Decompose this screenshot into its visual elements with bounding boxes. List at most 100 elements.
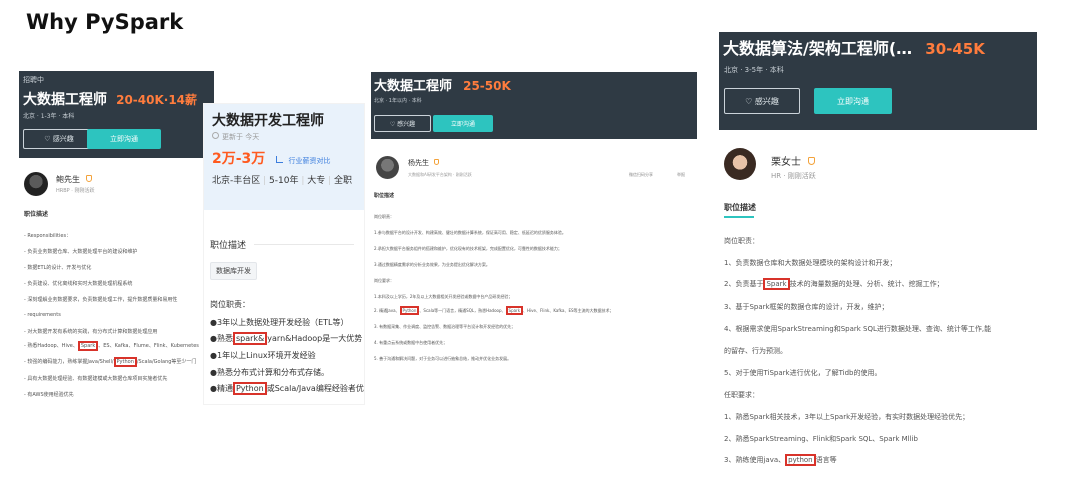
desc-line: 的留存、行为预测。 [724,347,787,355]
interested-button[interactable]: ♡ 感兴趣 [724,88,800,114]
salary: 25-50K [463,79,511,93]
desc-line: - 负责建设、优化离线和实时大数据处理机程系统 [24,281,133,287]
recruiter-name-text: 杨先生 [408,159,429,167]
job-title: 大数据开发工程师 [212,113,324,129]
chart-icon [276,156,284,163]
desc-text: /Scala/Golang等至少一门 [136,359,197,365]
chat-button[interactable]: 立即沟通 [87,129,161,149]
desc-line: 1.本科及以上学历，2年及以上大数据相关开发经验或数据中台产品研发经验； [374,294,513,299]
job-card-1: 招聘中 大数据工程师 20-40K·14薪 北京 · 1-3年 · 本科 ♡ 感… [19,71,214,411]
recruiter-role: HRBP · 刚刚活跃 [56,188,95,194]
desc-line: 1、熟悉Spark相关技术，3年以上Spark开发经验，有实时数据处理经验优先； [724,413,970,421]
job-title: 大数据工程师 [23,92,107,108]
update-text: 更新于 今天 [222,133,260,141]
skill-tag: 数据库开发 [210,262,257,280]
section-title: 职位描述 [210,241,247,251]
page-title: Why PySpark [26,10,184,34]
avatar [24,172,48,196]
avatar [376,156,399,179]
report-link[interactable]: 举报 [677,172,685,178]
desc-line: 5. 善于沟通和解决问题，对于业务可以进行抽象总结，推动并优化业务发展。 [374,356,512,361]
section-title: 职位描述 [374,193,395,199]
desc-line: - requirements [24,312,61,318]
spark-highlight: spark& [232,332,268,345]
desc-line: - 深刻理解业务数据要求，负责数据处理工作，提升数据质量和易用性 [24,297,178,303]
desc-text: 、Hive、Flink、Kafka、ES等主流的大数据技术； [523,308,614,313]
chat-button[interactable]: 立即沟通 [433,115,493,132]
share-link[interactable]: 微信扫码分享 [629,172,653,178]
desc-line: ●3年以上数据处理开发经验（ETL等） [210,318,349,327]
section-title: 职位描述 [24,211,49,218]
chat-button[interactable]: 立即沟通 [814,88,892,114]
desc-line: - 对大数据开发有系统的实践，有分布式计算和数据处理应用 [24,329,158,335]
desc-text: - 熟悉Hadoop、Hive、 [24,343,78,349]
desc-text: 3、熟练使用java、 [724,456,786,464]
desc-line: 1、负责数据仓库和大数据处理模块的架构设计和开发； [724,259,897,267]
job-header: 大数据算法/架构工程师(… 30-45K 北京 · 3-5年 · 本科 ♡ 感兴… [719,32,1037,130]
desc-line: - 有AWS使用经验优先 [24,392,74,398]
job-meta: 北京-丰台区 | 5-10年 | 大专 | 全职 [212,176,353,186]
recruiter-name-text: 鲍先生 [56,175,80,184]
job-card-4: 大数据算法/架构工程师(… 30-45K 北京 · 3-5年 · 本科 ♡ 感兴… [719,32,1037,480]
recruiter-name-text: 栗女士 [771,157,801,168]
recruiter-role: HR · 刚刚活跃 [771,172,816,180]
interested-button[interactable]: ♡ 感兴趣 [374,115,431,132]
desc-text: 或Scala/Java编程经验者优先考虑 [266,384,364,393]
python-highlight: Python [113,357,137,367]
desc-text: - 较强的编码能力，熟练掌握Java/Shell/ [24,359,114,365]
python-highlight: Python [232,382,267,395]
recruiter-name: 栗女士 [771,153,816,168]
job-card-2: 大数据开发工程师 更新于 今天 2万-3万 行业薪资对比 北京-丰台区 | 5-… [204,104,364,404]
desc-line: 4、根据需求使用SparkStreaming和Spark SQL进行数据处理、查… [724,325,992,333]
spark-highlight: Spark [77,341,99,351]
meta-type: 全职 [334,176,353,186]
desc-text: 、ES、Kafka、Flume、Flink、Kubernetes [98,343,199,349]
job-meta: 北京 · 1-3年 · 本科 [23,113,75,120]
verified-shield-icon [85,175,92,182]
job-title-row: 大数据工程师 20-40K·14薪 [23,89,197,109]
desc-text: 2、负责基于 [724,280,764,288]
desc-line: 岗位要求： [374,278,394,283]
recruiter-role: 大数据和AI研发平台架构 · 刚刚活跃 [408,172,472,177]
desc-line: 岗位职责： [724,237,759,245]
desc-line: ●熟悉 spark& yarn&Hadoop是一大优势 [210,332,363,345]
desc-line: - 负责业务数据仓库、大数据处理平台的建设和维护 [24,249,138,255]
desc-line: 2、负责基于 Spark 技术的海量数据的处理、分析、统计、挖掘工作； [724,278,944,290]
verified-shield-icon [808,157,816,165]
update-row: 更新于 今天 [212,132,259,142]
job-header: 招聘中 大数据工程师 20-40K·14薪 北京 · 1-3年 · 本科 ♡ 感… [19,71,214,158]
desc-line: - Responsibilities： [24,233,72,239]
recruiter-name: 鲍先生 [56,174,92,185]
desc-line: 2.承担大数据平台服务组件的搭建和维护，优化现有的技术框架，完成配置优化，可靠性… [374,246,562,251]
desc-text: ●精通 [210,384,233,393]
verified-shield-icon [434,159,440,165]
desc-text: 、Scala等一门语言，精通SQL，熟悉Hadoop、 [419,308,506,313]
desc-line: 岗位职责： [374,214,394,219]
job-title-row: 大数据算法/架构工程师(… 30-45K [723,35,985,59]
interested-button[interactable]: ♡ 感兴趣 [23,129,95,149]
desc-line: 任职要求： [724,391,759,399]
desc-line: 5、对于使用TiSpark进行优化，了解Tidb的使用。 [724,369,882,377]
clock-icon [212,132,219,139]
meta-education: 大专 [307,176,326,186]
job-card-3: 大数据工程师 25-50K 北京 · 1年以内 · 本科 ♡ 感兴趣 立即沟通 … [371,72,697,372]
desc-text: yarn&Hadoop是一大优势 [267,334,363,343]
salary: 20-40K·14薪 [116,93,198,107]
salary-row: 2万-3万 行业薪资对比 [212,148,330,168]
meta-experience: 5-10年 [269,176,299,186]
desc-line: ●熟悉分布式计算和分布式存储。 [210,368,329,377]
desc-text: 2. 精通Java、 [374,308,400,313]
desc-line: 3.通过数据精度需求的分析业务效果，为业务提出优化解决方案。 [374,262,490,267]
job-meta: 北京 · 3-5年 · 本科 [724,66,784,74]
desc-line: 3、熟练使用java、 python 语言等 [724,454,837,466]
desc-line: 2、熟悉SparkStreaming、Flink和Spark SQL、Spark… [724,435,918,443]
desc-line: 3. 有数据采集、作业调度、监控告警、数据治理等平台设计和开发经验的优先； [374,324,516,329]
salary-compare-link[interactable]: 行业薪资对比 [288,157,330,165]
desc-line: 4. 有重点云系统或数据中台使用者优先； [374,340,448,345]
python-highlight: Python [399,306,420,315]
spark-highlight: Spark [505,306,524,315]
python-highlight: python [785,454,816,466]
recruiter-name: 杨先生 [408,158,440,168]
section-title: 职位描述 [724,203,756,212]
desc-text: 语言等 [815,456,837,464]
